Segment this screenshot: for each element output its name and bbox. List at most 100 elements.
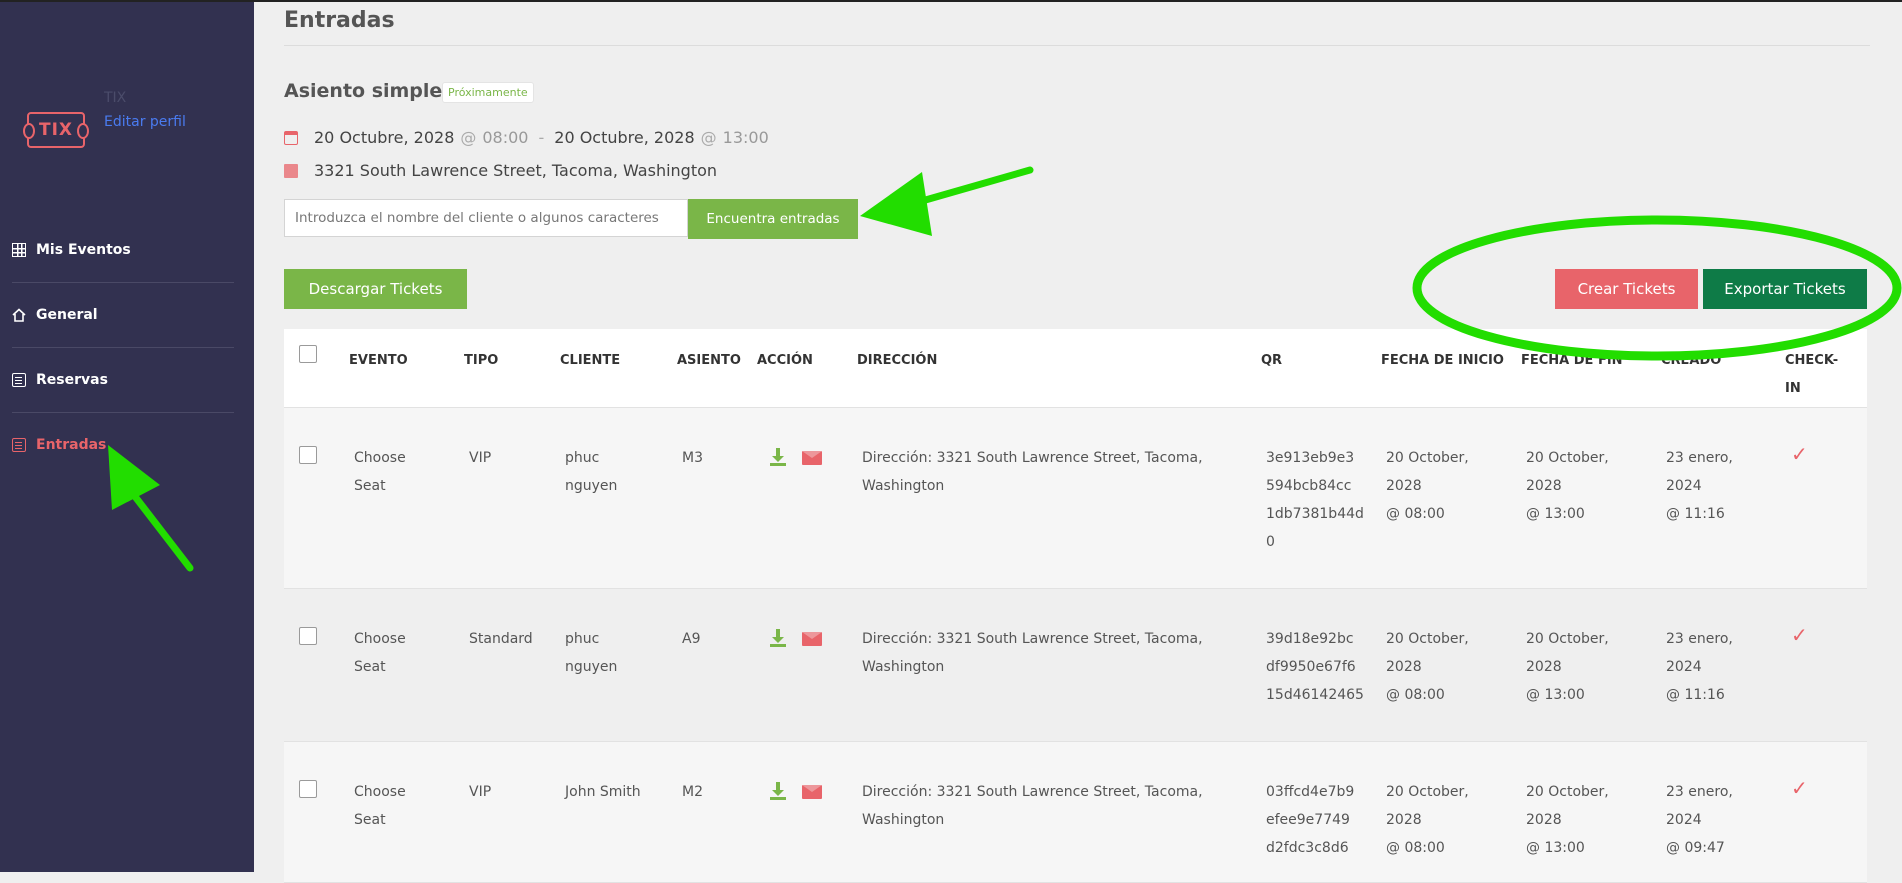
cell-line: 2028 [1526,659,1562,675]
cell-line: @ 08:00 [1386,506,1445,522]
sidebar-item-reservas[interactable]: Reservas [12,348,234,413]
cell-qr: 03ffcd4e7b9 efee9e7749 d2fdc3c8d6 [1266,778,1354,862]
col-tipo[interactable]: TIPO [464,347,498,375]
col-check-in-line: CHECK- [1785,353,1839,368]
cell-line: d2fdc3c8d6 [1266,840,1349,856]
start-time: 08:00 [482,128,529,147]
start-date: 20 Octubre, 2028 [314,128,455,147]
top-border [0,0,1902,2]
cell-line: 2028 [1526,478,1562,494]
end-date: 20 Octubre, 2028 [554,128,695,147]
cell-fin: 20 October, 2028 @ 13:00 [1526,444,1609,528]
col-cliente[interactable]: CLIENTE [560,347,620,375]
sidebar-item-label: Mis Eventos [36,242,131,258]
cell-asiento: M2 [682,784,703,800]
checkin-check-icon[interactable]: ✓ [1791,776,1808,800]
home-icon [12,308,26,322]
email-icon[interactable] [802,451,822,465]
cell-inicio: 20 October, 2028 @ 08:00 [1386,625,1469,709]
cell-line: 23 enero, [1666,450,1733,466]
col-evento[interactable]: EVENTO [349,347,408,375]
cell-line: nguyen [565,659,618,675]
cell-line: Seat [354,812,386,828]
cell-line: Washington [862,812,945,828]
cell-creado: 23 enero, 2024 @ 11:16 [1666,625,1733,709]
col-fecha-inicio[interactable]: FECHA DE INICIO [1381,347,1504,375]
col-check-in-line: IN [1785,381,1801,396]
col-check-in[interactable]: CHECK- IN [1785,347,1838,403]
checkin-check-icon[interactable]: ✓ [1791,442,1808,466]
ticket-doc-icon [12,438,26,452]
cell-creado: 23 enero, 2024 @ 09:47 [1666,778,1733,862]
download-icon[interactable] [770,629,786,649]
sidebar-item-label: General [36,307,98,323]
cell-cliente: John Smith [565,784,641,800]
sidebar-nav: Mis Eventos General Reservas Entradas [12,218,234,477]
col-creado[interactable]: CREADO [1661,347,1721,375]
cell-tipo: Standard [469,631,533,647]
edit-profile-link[interactable]: Editar perfil [104,114,186,130]
cell-direccion: Dirección: 3321 South Lawrence Street, T… [862,444,1203,500]
cell-line: Choose [354,450,406,466]
end-time: 13:00 [722,128,769,147]
cell-line: 20 October, [1526,631,1609,647]
cell-line: df9950e67f6 [1266,659,1356,675]
tix-logo[interactable]: TIX [23,112,89,148]
cell-line: Choose [354,631,406,647]
download-icon[interactable] [770,448,786,468]
cell-asiento: A9 [682,631,701,647]
cell-line: 1db7381b44d [1266,506,1364,522]
cell-line: 2024 [1666,478,1702,494]
cell-evento: Choose Seat [354,625,406,681]
page-title: Entradas [284,8,395,33]
find-tickets-button[interactable]: Encuentra entradas [688,199,858,239]
cell-tipo: VIP [469,784,492,800]
row-checkbox[interactable] [299,627,317,645]
sidebar-item-general[interactable]: General [12,283,234,348]
cell-qr: 3e913eb9e3 594bcb84cc 1db7381b44d 0 [1266,444,1364,556]
col-accion: ACCIÓN [757,353,813,368]
export-tickets-button[interactable]: Exportar Tickets [1703,269,1867,309]
cell-inicio: 20 October, 2028 @ 08:00 [1386,444,1469,528]
cell-line: @ 11:16 [1666,506,1725,522]
sidebar-item-entradas[interactable]: Entradas [12,413,234,477]
email-icon[interactable] [802,785,822,799]
event-address: 3321 South Lawrence Street, Tacoma, Wash… [284,161,717,180]
row-checkbox[interactable] [299,446,317,464]
download-icon[interactable] [770,782,786,802]
cell-line: phuc [565,631,600,647]
checkin-check-icon[interactable]: ✓ [1791,623,1808,647]
col-direccion[interactable]: DIRECCIÓN [857,347,937,375]
cell-line: 03ffcd4e7b9 [1266,784,1355,800]
row-checkbox[interactable] [299,780,317,798]
cell-line: phuc [565,450,600,466]
cell-cliente: phuc nguyen [565,625,617,681]
arrow-to-search-button [911,166,1034,207]
sidebar-item-mis-eventos[interactable]: Mis Eventos [12,218,234,283]
col-qr: QR [1261,353,1283,368]
create-tickets-button[interactable]: Crear Tickets [1555,269,1698,309]
cell-line: Dirección: 3321 South Lawrence Street, T… [862,784,1203,800]
cell-line: Seat [354,478,386,494]
cell-line: 0 [1266,534,1275,550]
cell-line: @ 13:00 [1526,687,1585,703]
col-asiento[interactable]: ASIENTO [677,347,741,375]
col-fecha-fin[interactable]: FECHA DE FIN [1521,347,1623,375]
customer-search-input[interactable] [284,199,688,237]
cell-cliente: phuc nguyen [565,444,617,500]
email-icon[interactable] [802,632,822,646]
cell-line: Washington [862,659,945,675]
cell-line: 39d18e92bc [1266,631,1354,647]
grid-icon [12,243,26,257]
cell-line: efee9e7749 [1266,812,1350,828]
address-text: 3321 South Lawrence Street, Tacoma, Wash… [314,161,718,180]
cell-line: @ 13:00 [1526,506,1585,522]
cell-line: 2028 [1386,812,1422,828]
select-all-checkbox[interactable] [299,345,317,363]
cell-line: 20 October, [1526,450,1609,466]
date-separator: - [538,128,545,147]
event-dates: 20 Octubre, 2028 @ 08:00 - 20 Octubre, 2… [284,128,769,147]
cell-creado: 23 enero, 2024 @ 11:16 [1666,444,1733,528]
download-tickets-button[interactable]: Descargar Tickets [284,269,467,309]
cell-asiento: M3 [682,450,703,466]
